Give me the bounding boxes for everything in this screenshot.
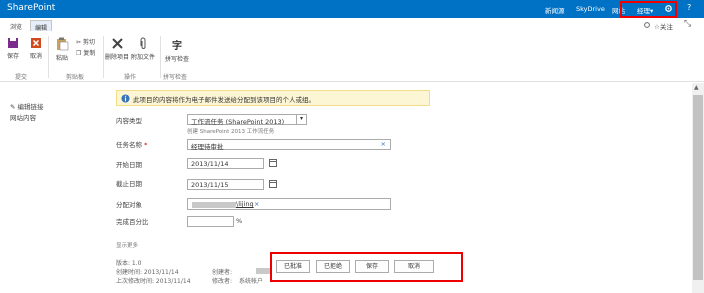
delete-icon (111, 38, 123, 49)
calendar-icon[interactable] (269, 159, 277, 167)
reject-button[interactable]: 已拒绝 (316, 260, 350, 273)
info-bar: 此项目的内容将作为电子邮件发送给分配到该项目的个人或组。 (116, 90, 430, 106)
scroll-up-icon[interactable]: ▲ (694, 84, 699, 91)
content-type-select[interactable]: 工作流任务 (SharePoint 2013) ▾ (187, 114, 307, 126)
spelling-button[interactable]: 字 拼写检查 (163, 37, 191, 63)
modified-text: 上次修改时间: 2013/11/14 (116, 278, 191, 285)
start-date-value: 2013/11/14 (191, 160, 229, 168)
cancel-button[interactable]: 取消 (394, 260, 434, 273)
clear-icon[interactable]: × (381, 140, 386, 148)
save-label: 保存 (6, 53, 19, 60)
task-name-input[interactable]: 经理待审批 × (187, 139, 391, 151)
ribbon-separator (103, 36, 104, 78)
percent-complete-label: 完成百分比 (116, 218, 149, 226)
copy-label: 复制 (83, 50, 96, 57)
paperclip-icon (140, 37, 145, 49)
attach-file-label: 附加文件 (131, 54, 156, 61)
fullscreen-icon[interactable]: ⤡ (684, 19, 691, 29)
spelling-label: 拼写检查 (164, 56, 189, 63)
tab-edit[interactable]: 编辑 (30, 20, 53, 32)
task-name-value: 经理待审批 (191, 143, 224, 151)
assigned-to-label: 分配对象 (116, 201, 142, 209)
task-name-label-text: 任务名称 (116, 141, 142, 149)
show-more-link[interactable]: 显示更多 (116, 241, 138, 249)
scrollbar-thumb[interactable] (693, 95, 703, 280)
redacted-created-by (256, 268, 270, 274)
chevron-down-icon: ▾ (296, 115, 306, 124)
info-message: 此项目的内容将作为电子邮件发送给分配到该项目的个人或组。 (133, 96, 315, 104)
help-icon[interactable]: ? (687, 3, 691, 12)
skydrive-link[interactable]: SkyDrive (576, 5, 605, 13)
ribbon-separator (160, 36, 161, 78)
percent-complete-input[interactable] (187, 216, 234, 227)
suite-bar: SharePoint 新闻源 SkyDrive 网站 经理▾ ? (0, 0, 704, 18)
calendar-icon[interactable] (269, 180, 277, 188)
spelling-icon: 字 (172, 41, 182, 52)
modified-by-label: 修改者: (212, 278, 233, 285)
copy-button[interactable]: ❐ 复制 (76, 48, 95, 57)
follow-label: 关注 (659, 23, 673, 31)
floppy-icon (8, 38, 18, 48)
assigned-to-input[interactable]: \lijing × (187, 198, 391, 210)
group-label-spelling: 拼写检查 (163, 74, 188, 81)
ribbon-separator (48, 36, 49, 78)
edit-links-label: 编辑链接 (17, 103, 44, 111)
brand-title[interactable]: SharePoint (7, 3, 55, 13)
tab-browse[interactable]: 浏览 (6, 20, 26, 31)
site-contents-link[interactable]: 网站内容 (10, 112, 36, 122)
due-date-input[interactable]: 2013/11/15 (187, 179, 264, 190)
group-label-clipboard: 剪贴板 (66, 74, 85, 81)
copy-icon: ❐ (76, 50, 82, 57)
group-label-commit: 提交 (15, 74, 28, 81)
delete-item-button[interactable]: 删除项目 (105, 37, 129, 61)
due-date-label: 截止日期 (116, 180, 142, 188)
due-date-value: 2013/11/15 (191, 181, 229, 189)
cut-button[interactable]: ✂ 剪切 (76, 37, 95, 46)
percent-unit: % (236, 217, 243, 225)
cancel-ribbon-button[interactable]: 取消 (27, 37, 45, 60)
group-label-actions: 操作 (124, 74, 137, 81)
sync-icon[interactable] (643, 21, 651, 29)
scissors-icon: ✂ (76, 39, 82, 46)
assigned-user[interactable]: \lijing (236, 200, 254, 208)
cancel-label: 取消 (29, 53, 42, 60)
paste-button[interactable]: 粘贴 (53, 37, 71, 62)
redacted-domain (192, 202, 236, 208)
attach-file-button[interactable]: 附加文件 (131, 37, 155, 61)
clipboard-icon (56, 37, 68, 51)
content-type-description: 创建 SharePoint 2013 工作流任务 (187, 129, 275, 135)
save-ribbon-button[interactable]: 保存 (4, 37, 22, 60)
approve-button[interactable]: 已批准 (276, 260, 310, 273)
created-by-label: 创建者: (212, 269, 233, 276)
user-highlight-box (620, 1, 677, 18)
task-name-label: 任务名称 * (116, 139, 147, 149)
content-type-label: 内容类型 (116, 117, 142, 125)
save-button[interactable]: 保存 (355, 260, 389, 273)
info-icon (121, 94, 130, 103)
follow-button[interactable]: ☆关注 (654, 21, 673, 31)
version-text: 版本: 1.0 (116, 260, 142, 267)
created-text: 创建时间: 2013/11/14 (116, 269, 179, 276)
cancel-icon (31, 38, 41, 48)
required-marker: * (142, 141, 148, 149)
edit-links[interactable]: ✎ 编辑链接 (10, 101, 44, 111)
delete-item-label: 删除项目 (105, 54, 130, 61)
content-type-value: 工作流任务 (SharePoint 2013) (191, 118, 285, 126)
pencil-icon: ✎ (10, 103, 16, 111)
start-date-label: 开始日期 (116, 161, 142, 169)
paste-label: 粘贴 (55, 55, 68, 62)
newsfeed-link[interactable]: 新闻源 (545, 5, 565, 15)
remove-user-icon[interactable]: × (254, 200, 259, 208)
vertical-scrollbar[interactable]: ▲ (692, 83, 704, 293)
modified-by-value[interactable]: 系统帐户 (239, 276, 263, 285)
start-date-input[interactable]: 2013/11/14 (187, 158, 264, 169)
cut-label: 剪切 (82, 39, 95, 46)
